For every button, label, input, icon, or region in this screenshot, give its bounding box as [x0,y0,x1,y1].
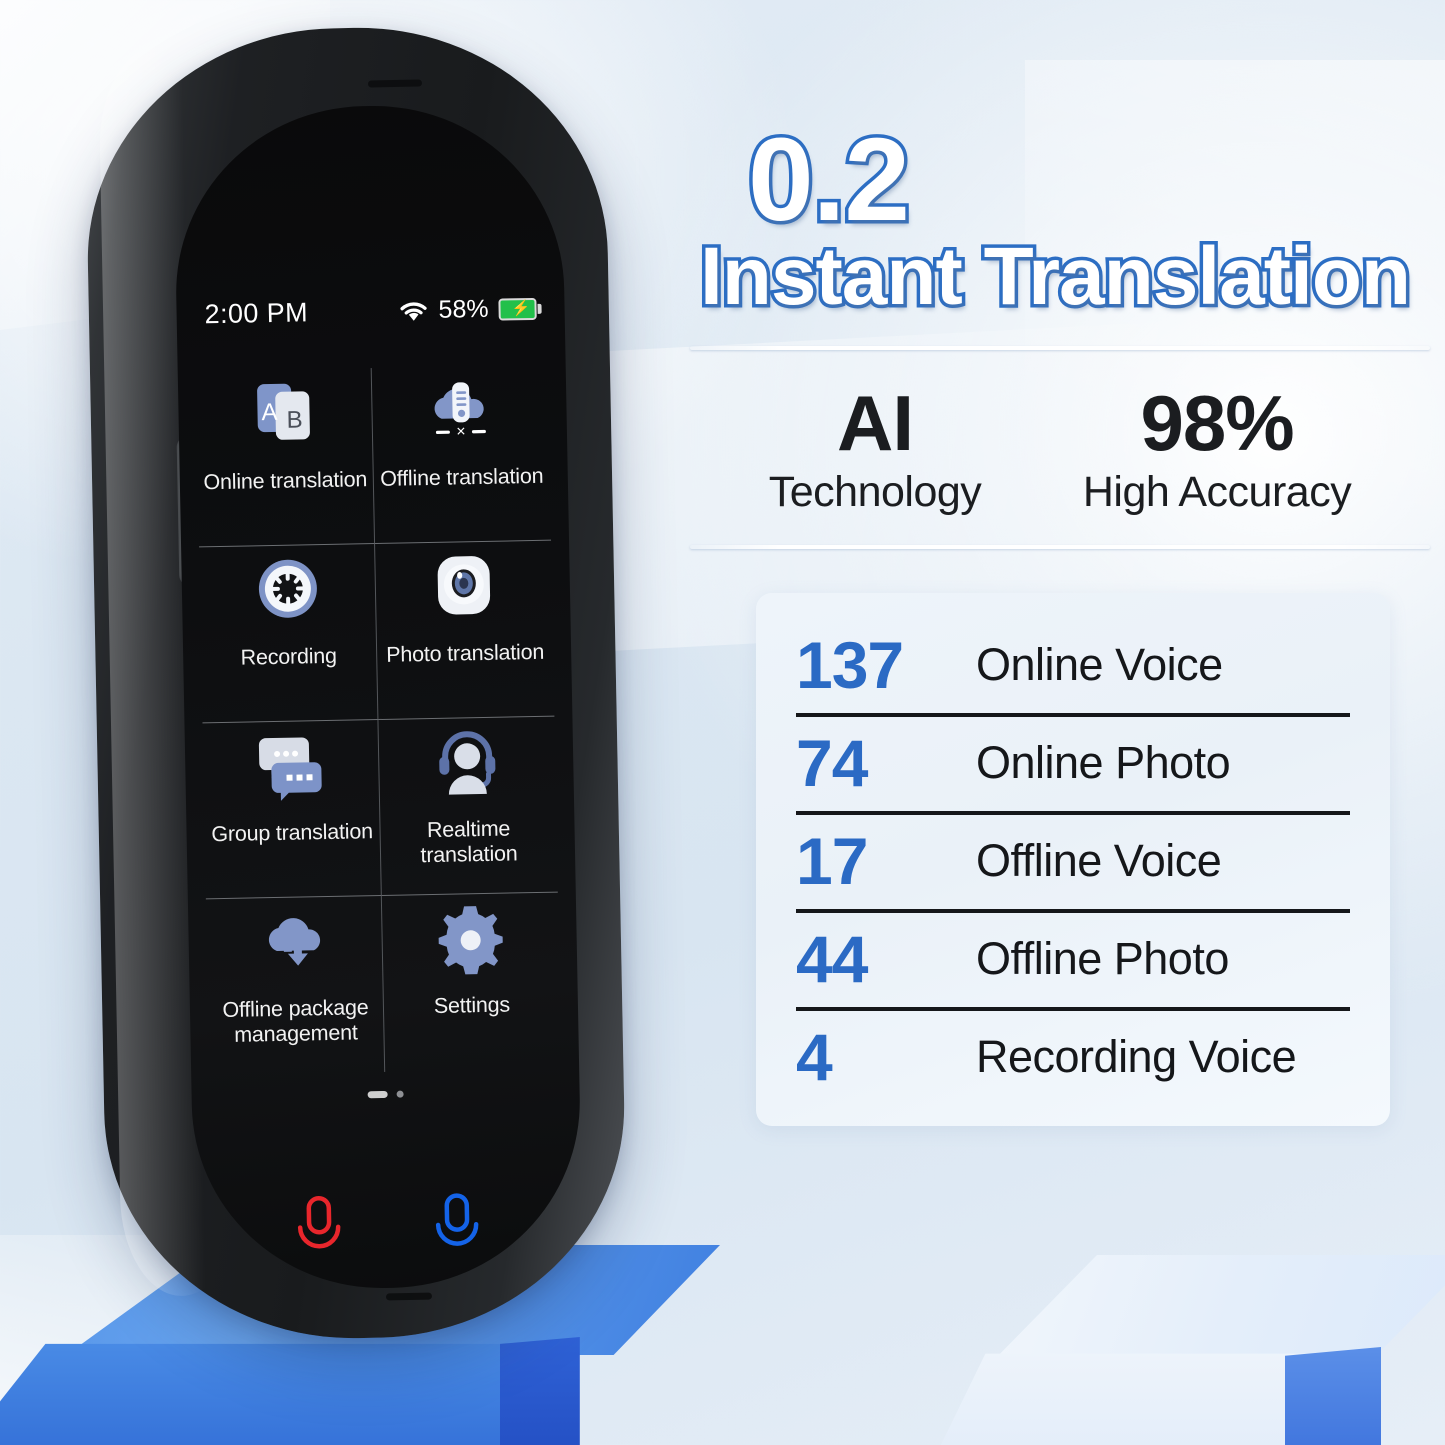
app-label: Settings [433,992,511,1018]
stat-label: Offline Voice [976,835,1222,887]
record-dial-icon [250,553,326,645]
cloud-offline-icon: × [423,374,499,466]
page-indicator-inactive [396,1090,404,1098]
pedestal-front-face [0,1343,570,1445]
app-tile-realtime-translation[interactable]: Realtime translation [378,716,558,896]
app-grid: A B Online translation × Offline transla… [195,364,561,1076]
app-label: Photo translation [385,639,545,667]
divider-bottom [690,545,1430,550]
app-label: Realtime translation [420,816,518,868]
feature-caption: Technology [768,468,982,517]
stat-label: Offline Photo [976,933,1229,985]
svg-text:B: B [286,406,303,433]
wifi-icon [398,299,428,323]
speaker-grille [367,79,423,88]
app-tile-photo-translation[interactable]: Photo translation [375,540,555,720]
stat-row: 44 Offline Photo [796,913,1350,1012]
app-label: Group translation [211,819,374,847]
page-indicator[interactable] [192,1087,580,1101]
feature-caption: High Accuracy [1082,468,1352,517]
charging-port [385,1292,433,1301]
translator-device: 2:00 PM 58% ⚡ A B Online translation × O… [83,23,629,1343]
app-label: Offline package management [222,995,369,1048]
headline-number: 0.2 [745,114,914,246]
battery-percent: 58% [438,294,489,324]
stat-label: Online Photo [976,737,1231,789]
cloud-sync-icon [256,905,332,997]
ab-cards-icon: A B [246,377,322,469]
device-screen[interactable]: 2:00 PM 58% ⚡ A B Online translation × O… [172,102,584,1292]
microphone-icon-red[interactable] [290,1192,349,1270]
microphone-buttons [194,1187,583,1271]
status-time: 2:00 PM [204,297,309,330]
stat-count: 4 [796,1020,833,1095]
stat-row: 17 Offline Voice [796,815,1350,914]
status-indicators: 58% ⚡ [398,294,542,326]
stat-count: 137 [796,628,904,703]
app-tile-recording[interactable]: Recording [199,544,379,724]
app-label: Online translation [203,467,368,495]
stat-row: 74 Online Photo [796,717,1350,816]
svg-text:×: × [456,423,466,440]
stat-count: 74 [796,726,868,801]
app-tile-offline-translation[interactable]: × Offline translation [371,364,552,545]
marketing-panel: 0.2 Instant Translation AI Technology 98… [690,114,1430,1127]
stat-count: 17 [796,824,868,899]
headset-person-icon [430,726,506,818]
gear-icon [433,902,509,994]
feature-value: AI [837,379,914,468]
feature-value: 98% [1140,379,1294,468]
app-tile-settings[interactable]: Settings [382,893,561,1072]
camera-lens-icon [426,550,502,642]
app-label: Recording [240,643,338,670]
status-bar: 2:00 PM 58% ⚡ [176,292,565,330]
app-tile-online-translation[interactable]: A B Online translation [195,368,376,548]
app-tile-group-translation[interactable]: Group translation [202,719,382,900]
page-indicator-active [367,1090,388,1099]
app-tile-offline-package-management[interactable]: Offline package management [205,895,386,1076]
feature-ai-technology: AI Technology [769,384,982,517]
battery-charging-icon: ⚡ [498,297,542,321]
microphone-icon-blue[interactable] [427,1189,486,1267]
svg-text:A: A [261,399,278,426]
stat-row: 4 Recording Voice [796,1011,1350,1096]
chat-bubbles-icon [253,729,329,821]
headline: 0.2 Instant Translation [697,114,1420,323]
light-pedestal-side-face [1285,1347,1381,1445]
stat-label: Recording Voice [976,1031,1297,1083]
stat-count: 44 [796,922,868,997]
app-label: Offline translation [380,463,544,491]
stat-label: Online Voice [976,639,1223,691]
language-stats-card: 137 Online Voice 74 Online Photo 17 Offl… [756,593,1390,1127]
feature-accuracy: 98% High Accuracy [1082,379,1352,517]
headline-subtitle: Instant Translation [697,230,1415,323]
feature-highlights: AI Technology 98% High Accuracy [700,350,1420,545]
stat-row: 137 Online Voice [796,619,1350,718]
light-pedestal-cube [935,1255,1445,1445]
